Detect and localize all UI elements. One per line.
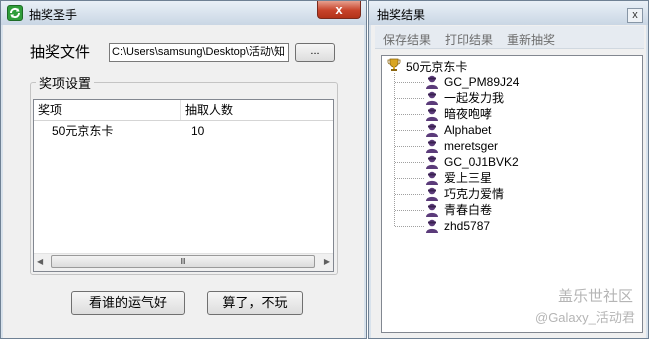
main-window-title: 抽奖圣手 bbox=[29, 8, 78, 22]
user-icon bbox=[424, 154, 440, 170]
scroll-right-icon[interactable]: ▶ bbox=[324, 257, 330, 266]
prize-list-header: 奖项 抽取人数 bbox=[34, 100, 333, 121]
menu-print-results[interactable]: 打印结果 bbox=[445, 31, 493, 48]
column-header-count[interactable]: 抽取人数 bbox=[181, 100, 333, 120]
horizontal-scrollbar[interactable]: ◀ Ⅲ ▶ bbox=[34, 253, 333, 271]
user-icon bbox=[424, 186, 440, 202]
winner-item[interactable]: 一起发力我 bbox=[444, 90, 504, 106]
winner-item[interactable]: 暗夜咆哮 bbox=[444, 106, 492, 122]
app-icon bbox=[7, 5, 23, 21]
scroll-thumb[interactable]: Ⅲ bbox=[51, 255, 315, 268]
main-close-button[interactable]: x bbox=[317, 1, 361, 19]
prize-settings-title: 奖项设置 bbox=[36, 73, 95, 92]
count-cell[interactable]: 10 bbox=[191, 122, 204, 140]
file-path-field[interactable]: C:\Users\samsung\Desktop\活动\知 bbox=[109, 43, 289, 62]
result-close-button[interactable]: x bbox=[627, 8, 643, 23]
user-icon bbox=[424, 106, 440, 122]
main-title-bar[interactable]: 抽奖圣手 x bbox=[1, 1, 366, 25]
user-icon bbox=[424, 202, 440, 218]
browse-button[interactable]: ... bbox=[295, 43, 335, 62]
watermark-community: 盖乐世社区 bbox=[558, 288, 634, 305]
scroll-grip-icon: Ⅲ bbox=[180, 257, 186, 266]
user-icon bbox=[424, 122, 440, 138]
user-icon bbox=[424, 170, 440, 186]
column-header-prize[interactable]: 奖项 bbox=[34, 100, 181, 120]
winner-item[interactable]: zhd5787 bbox=[444, 218, 490, 234]
watermark-handle: @Galaxy_活动君 bbox=[535, 310, 635, 325]
winner-item[interactable]: GC_PM89J24 bbox=[444, 74, 519, 90]
winner-item[interactable]: Alphabet bbox=[444, 122, 491, 138]
prize-list[interactable]: 奖项 抽取人数 50元京东卡 10 ◀ Ⅲ ▶ bbox=[33, 99, 334, 272]
scroll-left-icon[interactable]: ◀ bbox=[37, 257, 43, 266]
result-window-title: 抽奖结果 bbox=[377, 8, 426, 22]
winner-item[interactable]: GC_0J1BVK2 bbox=[444, 154, 519, 170]
user-icon bbox=[424, 90, 440, 106]
menu-save-results[interactable]: 保存结果 bbox=[383, 31, 431, 48]
file-label: 抽奖文件 bbox=[30, 44, 91, 61]
prize-cell[interactable]: 50元京东卡 bbox=[52, 122, 113, 140]
user-icon bbox=[424, 218, 440, 234]
cancel-button[interactable]: 算了，不玩 bbox=[207, 291, 303, 315]
user-icon bbox=[424, 74, 440, 90]
winner-item[interactable]: 爱上三星 bbox=[444, 170, 492, 186]
result-title-bar[interactable]: 抽奖结果 x bbox=[369, 1, 648, 25]
draw-button[interactable]: 看谁的运气好 bbox=[71, 291, 185, 315]
winner-item[interactable]: 巧克力爱情 bbox=[444, 186, 504, 202]
menu-redraw[interactable]: 重新抽奖 bbox=[507, 31, 555, 48]
winner-item[interactable]: 青春白卷 bbox=[444, 202, 492, 218]
user-icon bbox=[424, 138, 440, 154]
winner-item[interactable]: meretsger bbox=[444, 138, 498, 154]
